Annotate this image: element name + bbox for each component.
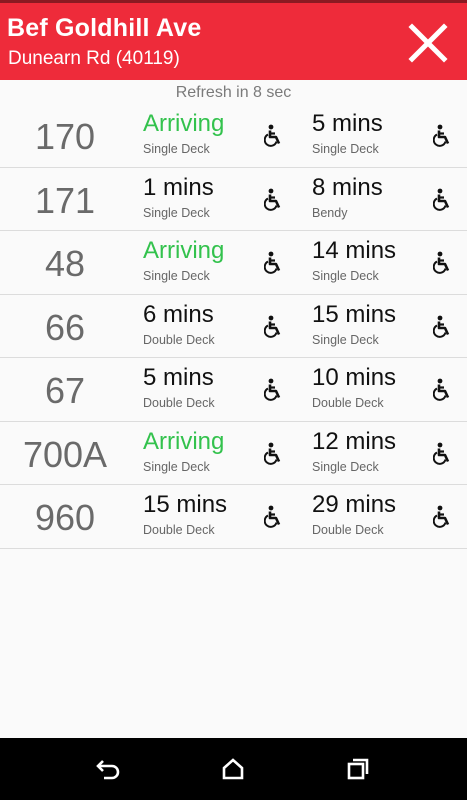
subsequent-bus-type: Double Deck: [312, 396, 384, 410]
next-bus-eta: Arriving: [143, 427, 225, 455]
subsequent-bus-eta: 10 mins: [312, 364, 397, 391]
home-icon: [222, 758, 244, 780]
next-bus-eta: 1 mins: [143, 173, 214, 201]
next-bus-type: Single Deck: [143, 269, 210, 283]
next-bus-type: Double Deck: [143, 332, 215, 347]
wheelchair-accessible-icon: [432, 315, 451, 339]
back-icon: [96, 760, 120, 780]
next-bus-eta: Arriving: [143, 110, 225, 137]
wheelchair-accessible-icon: [263, 124, 282, 148]
close-icon: [408, 23, 448, 63]
subsequent-bus-eta: 15 mins: [312, 300, 397, 328]
wheelchair-accessible-icon: [432, 378, 451, 402]
wheelchair-accessible-icon: [263, 442, 282, 466]
subsequent-bus-type: Bendy: [312, 205, 348, 220]
wheelchair-accessible-icon: [263, 251, 282, 275]
wheelchair-accessible-icon: [263, 505, 282, 529]
service-number: 171: [34, 179, 96, 221]
wheelchair-accessible-icon: [263, 188, 282, 212]
next-bus-type: Single Deck: [143, 205, 210, 220]
next-bus-type: Double Deck: [143, 396, 215, 410]
service-row[interactable]: 66 6 mins Double Deck 15 mins Single Deck: [0, 295, 467, 358]
close-button[interactable]: [396, 13, 460, 73]
subsequent-bus-eta: 5 mins: [312, 110, 383, 137]
service-number: 66: [44, 306, 86, 348]
service-number: 960: [34, 497, 96, 538]
recents-icon: [347, 758, 369, 780]
subsequent-bus-eta: 14 mins: [312, 237, 397, 264]
stop-road-code: Dunearn Rd (40119): [8, 48, 180, 69]
subsequent-bus-type: Double Deck: [312, 523, 384, 537]
service-row[interactable]: 960 15 mins Double Deck 29 mins Double Deck: [0, 485, 467, 549]
stop-header: Bef Goldhill Ave Dunearn Rd (40119): [0, 3, 467, 80]
next-bus-type: Single Deck: [143, 459, 210, 474]
service-row[interactable]: 67 5 mins Double Deck 10 mins Double Deck: [0, 358, 467, 422]
next-bus-type: Double Deck: [143, 523, 215, 537]
subsequent-bus-type: Single Deck: [312, 459, 379, 474]
subsequent-bus-eta: 12 mins: [312, 427, 397, 455]
wheelchair-accessible-icon: [432, 188, 451, 212]
service-row[interactable]: 48 Arriving Single Deck 14 mins Single Deck: [0, 231, 467, 295]
wheelchair-accessible-icon: [432, 124, 451, 148]
service-list: 170 Arriving Single Deck 5 mins Single Deck 1…: [0, 104, 467, 549]
refresh-countdown: Refresh in 8 sec: [175, 84, 292, 101]
nav-back-button[interactable]: [90, 752, 126, 786]
service-row[interactable]: 170 Arriving Single Deck 5 mins Single Deck: [0, 104, 467, 168]
next-bus-type: Single Deck: [143, 142, 210, 156]
next-bus-eta: 6 mins: [143, 300, 214, 328]
next-bus-eta: 5 mins: [143, 364, 214, 391]
subsequent-bus-type: Single Deck: [312, 269, 379, 283]
subsequent-bus-type: Single Deck: [312, 332, 379, 347]
next-bus-eta: Arriving: [143, 237, 225, 264]
service-row[interactable]: 171 1 mins Single Deck 8 mins Bendy: [0, 168, 467, 231]
wheelchair-accessible-icon: [263, 315, 282, 339]
wheelchair-accessible-icon: [432, 505, 451, 529]
service-number: 700A: [22, 433, 108, 475]
service-number: 48: [44, 243, 86, 284]
subsequent-bus-eta: 29 mins: [312, 491, 397, 518]
nav-recents-button[interactable]: [340, 752, 376, 786]
service-number: 67: [44, 370, 86, 411]
next-bus-eta: 15 mins: [143, 491, 228, 518]
subsequent-bus-type: Single Deck: [312, 142, 379, 156]
subsequent-bus-eta: 8 mins: [312, 173, 383, 201]
android-nav-bar: [0, 738, 467, 800]
service-row[interactable]: 700A Arriving Single Deck 12 mins Single Dec…: [0, 422, 467, 485]
service-number: 170: [34, 116, 96, 157]
stop-name: Bef Goldhill Ave: [7, 14, 202, 42]
nav-home-button[interactable]: [215, 752, 251, 786]
wheelchair-accessible-icon: [432, 251, 451, 275]
wheelchair-accessible-icon: [432, 442, 451, 466]
wheelchair-accessible-icon: [263, 378, 282, 402]
